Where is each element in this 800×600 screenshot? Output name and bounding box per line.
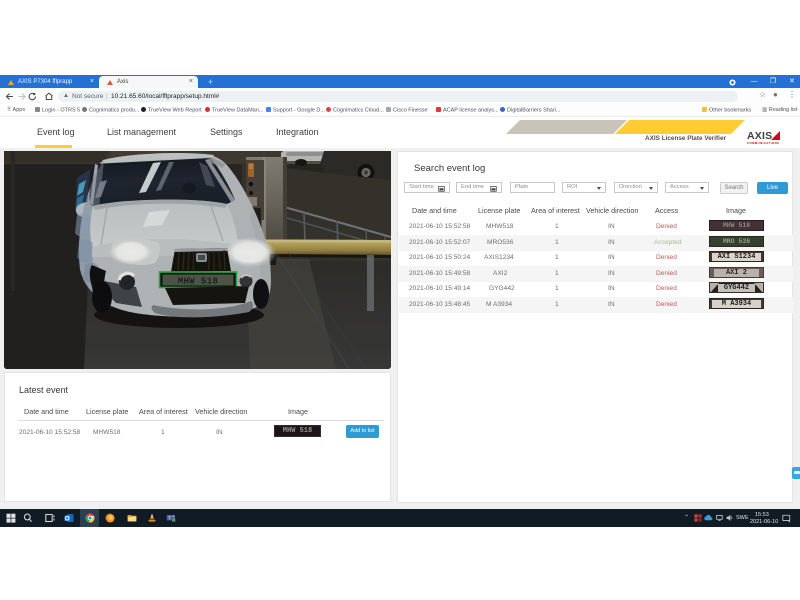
svg-text:T: T [168, 515, 171, 520]
